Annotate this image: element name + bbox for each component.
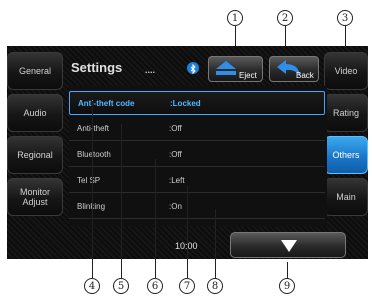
setting-label: Blinking xyxy=(77,202,106,211)
callout-7-leader xyxy=(187,186,188,278)
tab-audio[interactable]: Audio xyxy=(7,94,63,132)
callout-8-leader xyxy=(215,209,216,278)
callout-6: 6 xyxy=(147,278,163,294)
eject-icon xyxy=(216,61,236,75)
eject-button[interactable]: Eject xyxy=(208,56,263,82)
callout-8: 8 xyxy=(207,278,223,294)
tab-rating[interactable]: Rating xyxy=(324,94,368,132)
page-title: Settings xyxy=(71,60,123,75)
callout-9: 9 xyxy=(279,278,295,294)
callout-5: 5 xyxy=(113,278,129,294)
setting-label: Bluetooth xyxy=(77,150,111,159)
eject-label: Eject xyxy=(239,71,257,80)
callout-2: 2 xyxy=(277,10,293,26)
settings-row-bluetooth[interactable]: Bluetooth :Off xyxy=(69,143,325,167)
callout-7: 7 xyxy=(179,278,195,294)
callout-1: 1 xyxy=(227,10,243,26)
tab-main[interactable]: Main xyxy=(324,178,368,216)
tab-monitor-adjust[interactable]: Monitor Adjust xyxy=(7,178,63,216)
scroll-down-button[interactable] xyxy=(230,232,346,258)
tab-regional[interactable]: Regional xyxy=(7,136,63,174)
setting-value: :Off xyxy=(169,124,182,133)
callout-4: 4 xyxy=(84,278,100,294)
settings-row-blinking[interactable]: Blinking :On xyxy=(69,195,325,219)
callout-6-leader xyxy=(155,159,156,278)
setting-value: :On xyxy=(169,202,182,211)
header-dots: .... xyxy=(145,65,156,75)
callout-5-leader xyxy=(121,124,122,278)
back-label: Back xyxy=(296,71,314,80)
settings-row-tel-sp[interactable]: Tel SP :Left xyxy=(69,169,325,193)
tab-general[interactable]: General xyxy=(7,52,63,90)
tab-others[interactable]: Others xyxy=(324,136,368,174)
setting-value: :Left xyxy=(169,176,185,185)
setting-value: :Locked xyxy=(170,99,201,108)
settings-row-anti-theft[interactable]: Anti-theft :Off xyxy=(69,117,325,141)
back-button[interactable]: Back xyxy=(269,56,319,82)
callout-4-leader xyxy=(92,101,93,278)
down-arrow-icon xyxy=(281,240,297,252)
settings-row-anti-theft-code[interactable]: Anti-theft code :Locked xyxy=(69,91,325,115)
setting-label: Anti-theft code xyxy=(78,99,135,108)
bluetooth-icon xyxy=(187,62,199,75)
setting-label: Anti-theft xyxy=(77,124,110,133)
callout-9-leader xyxy=(287,262,288,278)
setting-label: Tel SP xyxy=(77,176,101,185)
setting-value: :Off xyxy=(169,150,182,159)
tab-video[interactable]: Video xyxy=(324,52,368,90)
callout-3: 3 xyxy=(337,10,353,26)
